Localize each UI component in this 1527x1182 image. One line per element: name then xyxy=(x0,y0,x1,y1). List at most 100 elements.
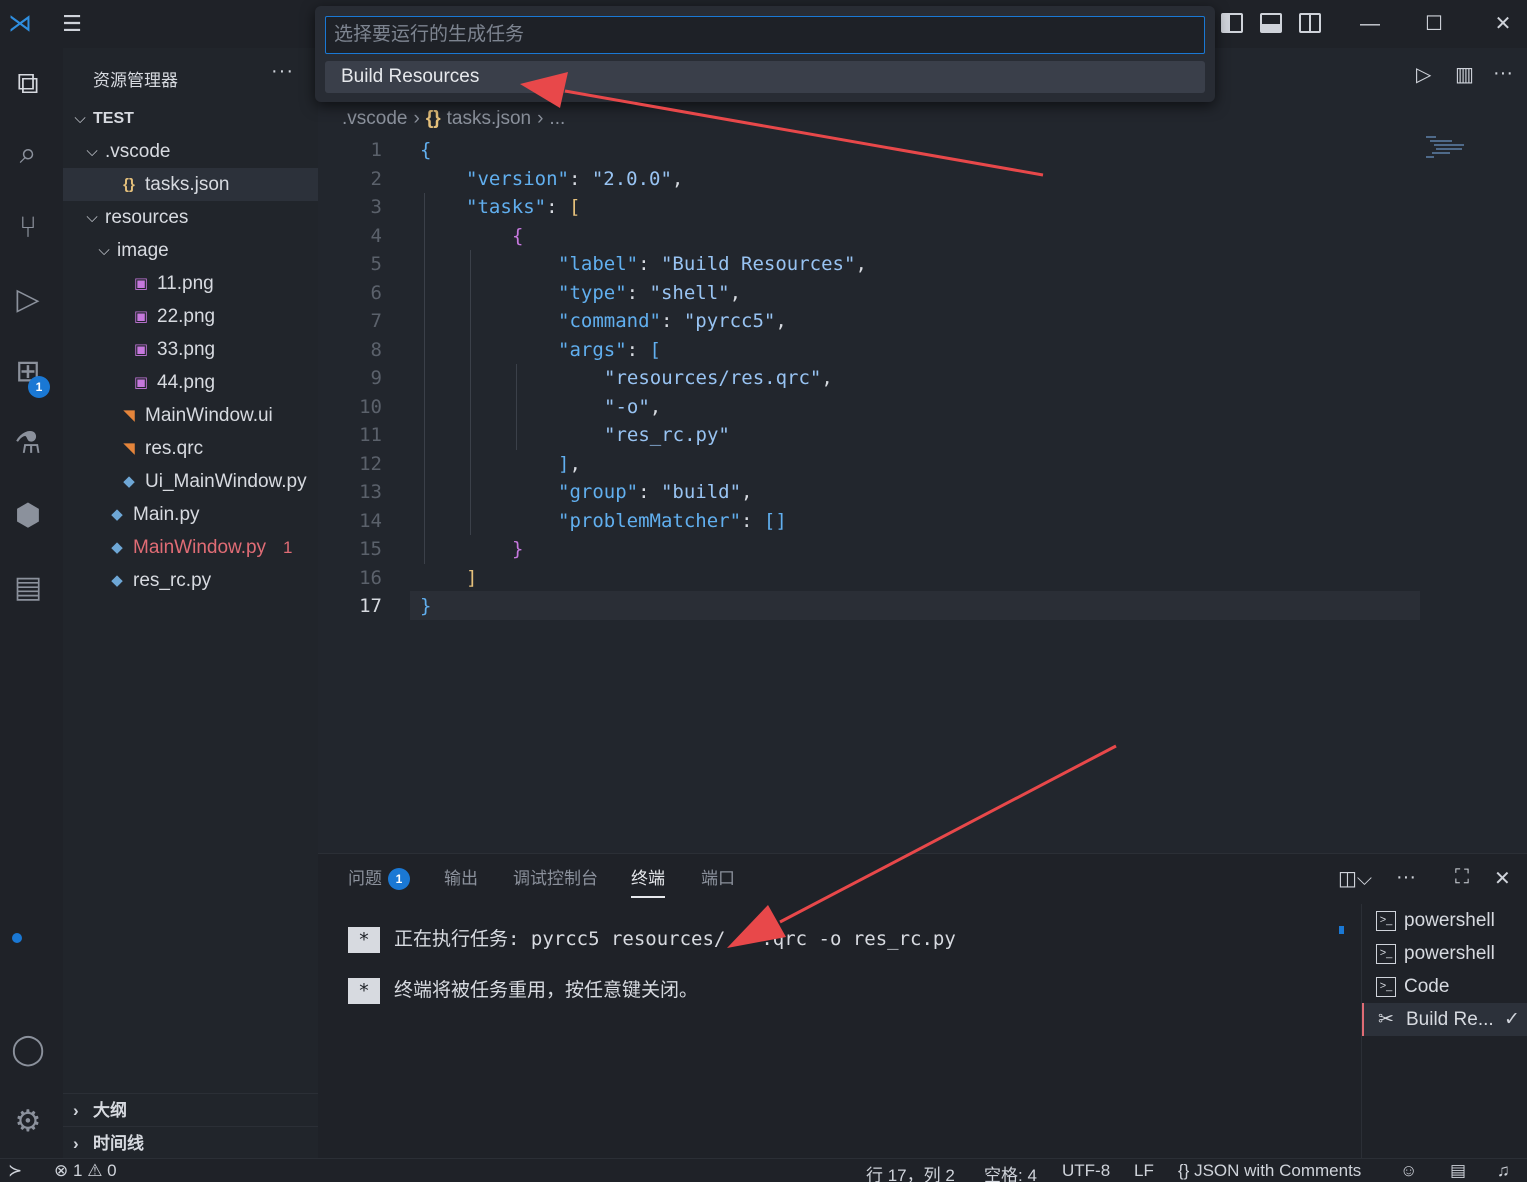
language-mode[interactable]: {} JSON with Comments xyxy=(1178,1161,1361,1181)
terminal-line-1[interactable]: * 正在执行任务: pyrcc5 resources/.qrc -o res_rc… xyxy=(348,925,956,953)
tree-item[interactable]: ◆ MainWindow.py 1 xyxy=(63,531,318,564)
tree-item[interactable]: ◆ res_rc.py xyxy=(63,564,318,597)
tree-item[interactable]: {} tasks.json xyxy=(63,168,318,201)
tree-item[interactable]: ◥ res.qrc xyxy=(63,432,318,465)
editor-more-icon[interactable]: ··· xyxy=(1493,62,1513,85)
tree-item-label: TEST xyxy=(93,110,134,127)
breadcrumb-file[interactable]: tasks.json xyxy=(447,108,531,129)
tree-item[interactable]: ◆ Main.py xyxy=(63,498,318,531)
tab-output[interactable]: 输出 xyxy=(444,868,478,898)
terminal-item[interactable]: >_ powershell xyxy=(1362,904,1527,937)
line-number: 6 xyxy=(370,281,382,304)
breadcrumb[interactable]: .vscode ›{} tasks.json ›... xyxy=(342,108,565,130)
breadcrumb-folder[interactable]: .vscode xyxy=(342,108,407,129)
tree-item[interactable]: ▣ 22.png xyxy=(63,300,318,333)
search-icon[interactable]: ⌕ xyxy=(8,134,48,174)
remote-icon[interactable]: ≻ xyxy=(8,1161,22,1181)
minimap[interactable] xyxy=(1426,136,1466,170)
file-type-icon: ◆ xyxy=(111,506,123,523)
outline-section[interactable]: › 大纲 xyxy=(63,1093,318,1126)
panel-more-icon[interactable]: ··· xyxy=(1396,866,1416,889)
line-number: 17 xyxy=(359,595,382,617)
sidebar-title: 资源管理器 xyxy=(93,71,178,90)
split-editor-icon[interactable]: ▥ xyxy=(1455,62,1474,87)
source-control-icon[interactable]: ⑂ xyxy=(8,208,48,248)
file-type-icon: ▣ xyxy=(133,275,149,292)
maximize-icon[interactable]: ☐ xyxy=(1420,10,1448,38)
run-icon[interactable]: ▷ xyxy=(1416,62,1431,87)
check-icon: ✓ xyxy=(1504,1009,1520,1030)
breadcrumb-more[interactable]: ... xyxy=(549,108,565,129)
settings-gear-icon[interactable]: ⚙ xyxy=(8,1102,48,1142)
code-text: "problemMatcher": [] xyxy=(558,509,787,532)
feedback-icon[interactable]: ▤ xyxy=(1450,1161,1466,1181)
remote-explorer-icon[interactable]: ▤ xyxy=(8,568,48,608)
tab-debug-console[interactable]: 调试控制台 xyxy=(513,868,598,898)
toggle-secondary-sidebar-icon[interactable] xyxy=(1299,13,1321,33)
tree-item[interactable]: ⌵ image xyxy=(63,234,318,267)
quick-pick-input[interactable] xyxy=(325,16,1205,54)
terminal-icon: >_ xyxy=(1376,976,1396,997)
tree-item[interactable]: ◥ MainWindow.ui xyxy=(63,399,318,432)
encoding[interactable]: UTF-8 xyxy=(1062,1161,1110,1181)
chevron-down-icon: ⌵ xyxy=(74,110,86,127)
testing-icon[interactable]: ⚗ xyxy=(8,424,48,464)
run-debug-icon[interactable]: ▷ xyxy=(8,280,48,320)
terminal-item-active[interactable]: ✂ Build Re... ✓ xyxy=(1362,1003,1527,1036)
terminal-item[interactable]: >_ powershell xyxy=(1362,937,1527,970)
line-number: 15 xyxy=(359,538,382,560)
split-terminal-icon[interactable]: ◫⌵ xyxy=(1338,866,1372,891)
toggle-panel-icon[interactable] xyxy=(1260,13,1282,33)
file-type-icon: ◥ xyxy=(123,440,135,457)
tree-item[interactable]: ▣ 33.png xyxy=(63,333,318,366)
close-panel-icon[interactable]: ✕ xyxy=(1494,866,1511,891)
terminal-line-2[interactable]: * 终端将被任务重用，按任意键关闭。 xyxy=(348,976,698,1004)
notifications-bell-icon[interactable]: ♫ xyxy=(1497,1161,1510,1181)
code-text: "resources/res.qrc", xyxy=(604,367,833,389)
tree-item-label: res_rc.py xyxy=(133,570,212,591)
tab-ports[interactable]: 端口 xyxy=(701,868,735,898)
code-text: "tasks": [ xyxy=(466,196,581,218)
terminal-line-1-text: 正在执行任务: pyrcc5 resources/ xyxy=(394,928,726,950)
vscode-logo-icon: ⋊ xyxy=(8,10,32,37)
maximize-panel-icon[interactable]: ⛶ xyxy=(1455,866,1469,889)
copilot-icon[interactable]: ☺ xyxy=(1400,1161,1417,1181)
cursor-position[interactable]: 行 17，列 2 xyxy=(866,1161,955,1182)
terminal-item[interactable]: >_ Code xyxy=(1362,970,1527,1003)
tree-item[interactable]: ⌵ .vscode xyxy=(63,135,318,168)
sidebar-more-icon[interactable]: ··· xyxy=(271,60,294,83)
tree-item[interactable]: ▣ 11.png xyxy=(63,267,318,300)
problems-status[interactable]: ⊗ 1 ⚠ 0 xyxy=(54,1161,117,1181)
end-of-line[interactable]: LF xyxy=(1134,1161,1154,1181)
quick-pick: Build Resources xyxy=(315,6,1215,102)
tree-item[interactable]: ⌵ resources xyxy=(63,201,318,234)
explorer-icon[interactable]: ⧉ xyxy=(8,64,48,104)
tab-problems[interactable]: 问题 1 xyxy=(348,868,410,898)
indent-guide xyxy=(424,193,425,564)
code-text: "args": [ xyxy=(558,338,661,361)
line-number: 11 xyxy=(359,424,382,446)
python-icon[interactable]: ⬢ xyxy=(8,496,48,536)
quick-pick-item[interactable]: Build Resources xyxy=(325,61,1205,93)
tree-item[interactable]: ⌵ TEST xyxy=(63,102,318,135)
tree-item-label: res.qrc xyxy=(145,438,204,459)
editor-area[interactable]: ▷ ▥ ··· .vscode ›{} tasks.json ›... 1{2 "ver… xyxy=(318,48,1527,853)
file-type-icon: ▣ xyxy=(133,341,149,358)
outline-label: 大纲 xyxy=(93,1101,127,1120)
tree-item[interactable]: ◆ Ui_MainWindow.py xyxy=(63,465,318,498)
tree-item[interactable]: ▣ 44.png xyxy=(63,366,318,399)
tab-terminal[interactable]: 终端 xyxy=(631,868,665,898)
indentation[interactable]: 空格: 4 xyxy=(984,1161,1037,1182)
account-icon[interactable]: ◯ xyxy=(8,1030,48,1070)
terminal-list: >_ powershell >_ powershell >_ Code ✂ Build … xyxy=(1361,904,1527,1159)
chevron-right-icon: › xyxy=(73,1134,79,1153)
timeline-section[interactable]: › 时间线 xyxy=(63,1126,318,1159)
toggle-primary-sidebar-icon[interactable] xyxy=(1221,13,1243,33)
minimize-icon[interactable]: — xyxy=(1356,10,1384,38)
menu-icon[interactable]: ☰ xyxy=(58,10,86,38)
terminal-icon: >_ xyxy=(1376,943,1396,964)
close-icon[interactable]: ✕ xyxy=(1489,10,1517,38)
tree-item-label: .vscode xyxy=(105,141,171,162)
tree-item-label: tasks.json xyxy=(145,174,230,195)
code-text: "label": "Build Resources", xyxy=(558,253,867,275)
